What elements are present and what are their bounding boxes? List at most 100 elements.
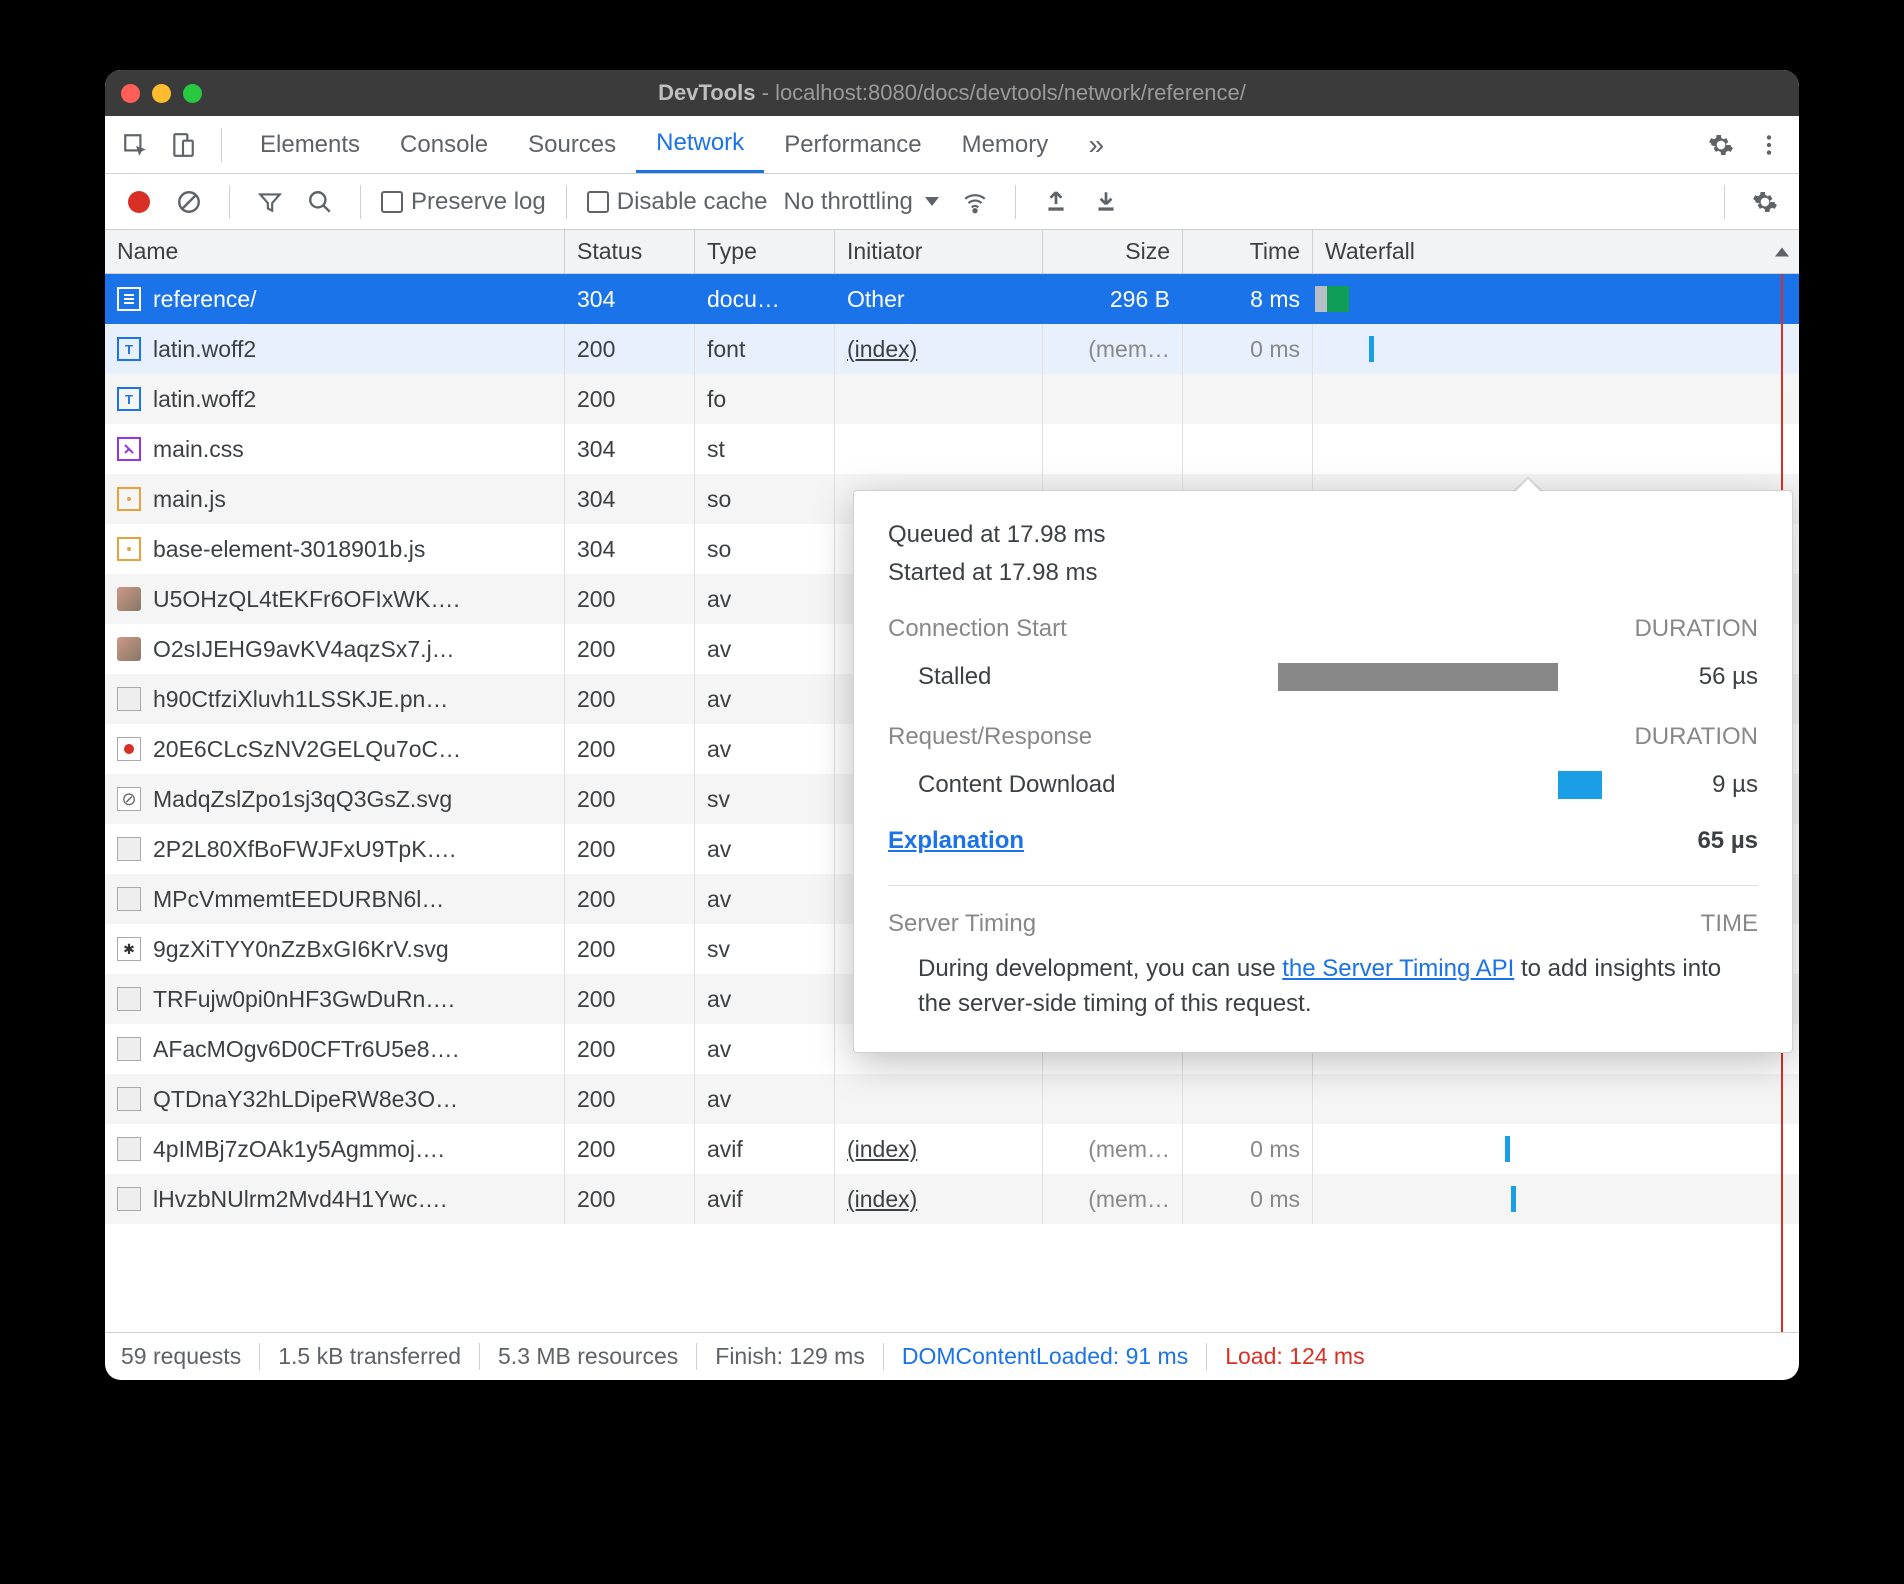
col-name[interactable]: Name [105,230,565,273]
request-status: 200 [565,874,695,924]
script-icon [117,537,141,561]
more-panels-icon[interactable]: » [1076,125,1116,165]
request-status: 200 [565,1124,695,1174]
settings-gear-icon[interactable] [1701,125,1741,165]
request-initiator[interactable]: (index) [835,1174,1043,1224]
stylesheet-icon [117,437,141,461]
time-header: TIME [1701,910,1758,938]
content-download-duration: 9 µs [1648,771,1758,799]
table-row[interactable]: lHvzbNUlrm2Mvd4H1Ywc….200avif(index)(mem… [105,1174,1799,1224]
statusbar: 59 requests 1.5 kB transferred 5.3 MB re… [105,1332,1799,1380]
table-row[interactable]: reference/304docu…Other296 B8 ms [105,274,1799,324]
tab-sources[interactable]: Sources [508,116,636,173]
preserve-log-label: Preserve log [411,188,546,216]
request-type: font [695,324,835,374]
search-icon[interactable] [300,182,340,222]
tab-memory[interactable]: Memory [942,116,1069,173]
waterfall-cell[interactable] [1313,1124,1799,1174]
export-har-icon[interactable] [1086,182,1126,222]
table-row[interactable]: latin.woff2200fo [105,374,1799,424]
tab-elements[interactable]: Elements [240,116,380,173]
clear-button[interactable] [169,182,209,222]
throttling-select[interactable]: No throttling [777,188,944,216]
device-toolbar-icon[interactable] [163,125,203,165]
waterfall-cell[interactable] [1313,274,1799,324]
waterfall-cell[interactable] [1313,424,1799,474]
request-type: sv [695,774,835,824]
kebab-menu-icon[interactable] [1749,125,1789,165]
disable-cache-checkbox[interactable]: Disable cache [587,188,768,216]
close-window-button[interactable] [121,84,140,103]
request-status: 304 [565,424,695,474]
throttling-value: No throttling [783,188,912,216]
image-icon [117,1187,141,1211]
request-size [1043,374,1183,424]
col-type[interactable]: Type [695,230,835,273]
request-type: av [695,874,835,924]
network-settings-icon[interactable] [1745,182,1785,222]
explanation-link[interactable]: Explanation [888,827,1024,855]
popover-caret [1514,479,1542,493]
content-download-bar [1558,771,1602,799]
queued-at: Queued at 17.98 ms [888,521,1758,549]
request-initiator[interactable]: (index) [835,1124,1043,1174]
image-icon [117,1087,141,1111]
server-timing-api-link[interactable]: the Server Timing API [1282,955,1514,982]
request-name: MPcVmmemtEEDURBN6l… [153,886,444,913]
font-icon [117,337,141,361]
col-initiator[interactable]: Initiator [835,230,1043,273]
import-har-icon[interactable] [1036,182,1076,222]
window-titlebar: DevTools - localhost:8080/docs/devtools/… [105,70,1799,116]
request-initiator [835,374,1043,424]
tab-network[interactable]: Network [636,116,764,173]
status-domcontentloaded: DOMContentLoaded: 91 ms [884,1343,1207,1370]
request-initiator: Other [835,274,1043,324]
app-name: DevTools [658,80,755,105]
col-time[interactable]: Time [1183,230,1313,273]
status-transferred: 1.5 kB transferred [260,1343,480,1370]
waterfall-cell[interactable] [1313,1074,1799,1124]
waterfall-cell[interactable] [1313,324,1799,374]
started-at: Started at 17.98 ms [888,559,1758,587]
col-size[interactable]: Size [1043,230,1183,273]
tab-console[interactable]: Console [380,116,508,173]
stalled-duration: 56 µs [1648,663,1758,691]
connection-start-header: Connection Start [888,615,1067,643]
server-timing-message: During development, you can use the Serv… [888,952,1758,1022]
zoom-window-button[interactable] [183,84,202,103]
disable-cache-label: Disable cache [617,188,768,216]
request-type: st [695,424,835,474]
waterfall-cell[interactable] [1313,1174,1799,1224]
filter-icon[interactable] [250,182,290,222]
tab-performance[interactable]: Performance [764,116,941,173]
panel-tabbar: ElementsConsoleSourcesNetworkPerformance… [105,116,1799,174]
table-row[interactable]: QTDnaY32hLDipeRW8e3O…200av [105,1074,1799,1124]
image-icon [117,837,141,861]
request-name: O2sIJEHG9avKV4aqzSx7.j… [153,636,455,663]
network-conditions-icon[interactable] [955,182,995,222]
image-icon [117,887,141,911]
waterfall-cell[interactable] [1313,374,1799,424]
svg-icon [117,787,141,811]
request-name: 9gzXiTYY0nZzBxGI6KrV.svg [153,936,449,963]
table-row[interactable]: latin.woff2200font(index)(mem…0 ms [105,324,1799,374]
request-type: av [695,1024,835,1074]
request-time: 0 ms [1183,1124,1313,1174]
svg-icon [117,737,141,761]
request-initiator [835,424,1043,474]
minimize-window-button[interactable] [152,84,171,103]
inspect-element-icon[interactable] [115,125,155,165]
status-finish: Finish: 129 ms [697,1343,884,1370]
preserve-log-checkbox[interactable]: Preserve log [381,188,546,216]
record-button[interactable] [119,182,159,222]
request-type: docu… [695,274,835,324]
table-row[interactable]: main.css304st [105,424,1799,474]
col-status[interactable]: Status [565,230,695,273]
script-icon [117,487,141,511]
col-waterfall[interactable]: Waterfall [1313,230,1799,273]
request-initiator[interactable]: (index) [835,324,1043,374]
request-status: 304 [565,524,695,574]
table-row[interactable]: 4pIMBj7zOAk1y5Agmmoj….200avif(index)(mem… [105,1124,1799,1174]
request-time: 0 ms [1183,1174,1313,1224]
request-size: (mem… [1043,1124,1183,1174]
